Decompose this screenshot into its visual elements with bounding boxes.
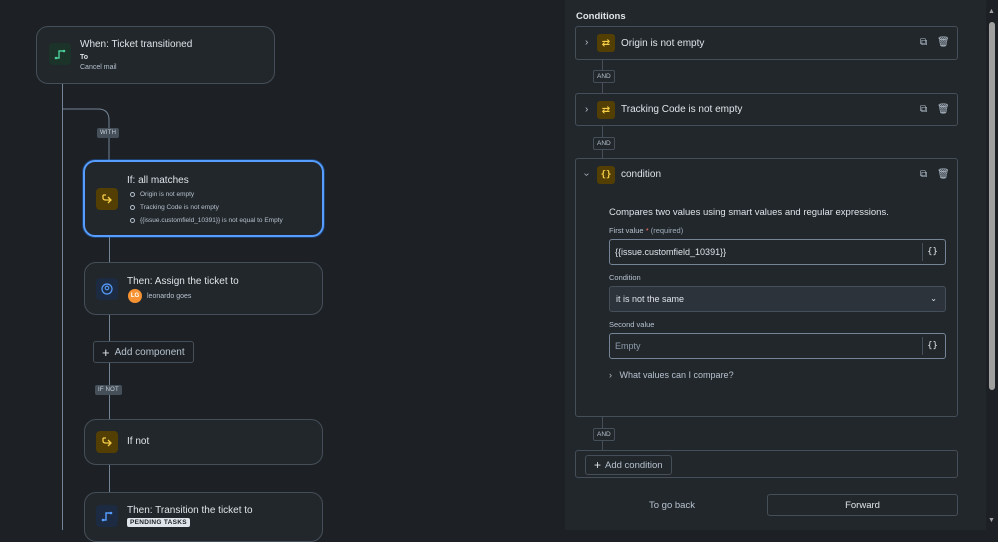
chevron-down-icon[interactable]: ›	[581, 173, 592, 176]
condition-label[interactable]: condition	[621, 169, 661, 180]
trash-icon[interactable]: 🗑	[937, 37, 950, 48]
chevron-down-icon: ⌄	[930, 294, 937, 303]
if-not-tag: IF NOT	[95, 385, 122, 395]
and-tag: AND	[593, 428, 615, 441]
plus-icon: +	[594, 458, 602, 472]
with-tag: WITH	[97, 128, 120, 138]
add-condition-label: Add condition	[605, 459, 663, 471]
add-condition-button[interactable]: + Add condition	[585, 455, 672, 475]
condition-label: Tracking Code is not empty	[621, 104, 743, 115]
scrollbar-thumb[interactable]	[989, 22, 995, 390]
and-tag: AND	[593, 70, 615, 83]
trigger-to-value: Cancel mail	[80, 64, 117, 71]
required-text: (required)	[650, 226, 684, 235]
transition-action-card[interactable]: Then: Transition the ticket to PENDING T…	[84, 492, 323, 542]
duplicate-icon[interactable]: ⧉	[920, 169, 927, 180]
second-value-input[interactable]: Empty {}	[609, 333, 946, 359]
conditions-panel: Conditions › ⇄ Origin is not empty ⧉ 🗑 A…	[565, 0, 998, 530]
avatar: LG	[128, 289, 142, 303]
if-condition-card[interactable]: If: all matches Origin is not empty Trac…	[83, 160, 324, 237]
if-condition-item: Origin is not empty	[130, 188, 283, 201]
smart-value-icon[interactable]: {}	[922, 243, 942, 261]
compare-link-text: What values can I compare?	[619, 370, 734, 380]
trigger-card[interactable]: When: Ticket transitioned To Cancel mail	[36, 26, 275, 84]
and-tag: AND	[593, 137, 615, 150]
second-value-label: Second value	[609, 320, 655, 329]
if-condition-item: Tracking Code is not empty	[130, 201, 283, 214]
transition-title: Then: Transition the ticket to	[127, 505, 253, 516]
conditions-heading: Conditions	[576, 11, 626, 22]
plus-icon: +	[102, 344, 110, 360]
if-condition-list: Origin is not empty Tracking Code is not…	[130, 188, 283, 227]
swap-icon: ⇄	[597, 34, 615, 52]
duplicate-icon[interactable]: ⧉	[920, 37, 927, 48]
scroll-up-icon[interactable]: ▲	[988, 8, 995, 15]
transition-icon	[96, 505, 118, 527]
compare-link[interactable]: › What values can I compare?	[609, 370, 734, 380]
trigger-icon	[49, 43, 71, 65]
connector	[109, 314, 110, 419]
back-button[interactable]: To go back	[649, 500, 695, 511]
braces-icon: {}	[597, 166, 615, 184]
branch-icon	[96, 188, 118, 210]
connector	[109, 465, 110, 492]
assignee-name: leonardo goes	[147, 293, 192, 300]
assign-action-card[interactable]: Then: Assign the ticket to LG leonardo g…	[84, 262, 323, 315]
branch-icon	[96, 431, 118, 453]
condition-select-value: it is not the same	[616, 294, 685, 304]
condition-field-label: Condition	[609, 273, 641, 282]
condition-item-tracking-code[interactable]: › ⇄ Tracking Code is not empty ⧉ 🗑	[575, 93, 958, 126]
first-value-input[interactable]: {{issue.customfield_10391}} {}	[609, 239, 946, 265]
scrollbar[interactable]: ▲ ▼	[986, 0, 998, 530]
condition-item-origin[interactable]: › ⇄ Origin is not empty ⧉ 🗑	[575, 26, 958, 60]
if-not-card[interactable]: If not	[84, 419, 323, 465]
assign-title: Then: Assign the ticket to	[127, 276, 239, 287]
add-condition-row: + Add condition	[575, 450, 958, 478]
condition-description: Compares two values using smart values a…	[609, 207, 889, 218]
condition-item-expanded: › {} condition ⧉ 🗑 Compares two values u…	[575, 158, 958, 417]
chevron-right-icon: ›	[609, 370, 612, 380]
trash-icon[interactable]: 🗑	[937, 104, 950, 115]
scroll-down-icon[interactable]: ▼	[988, 517, 995, 524]
smart-value-icon[interactable]: {}	[922, 337, 942, 355]
required-mark: *	[645, 226, 649, 235]
add-component-label: Add component	[114, 346, 185, 358]
first-value-label-text: First value	[609, 226, 644, 235]
chevron-right-icon[interactable]: ›	[585, 37, 588, 48]
first-value-text: {{issue.customfield_10391}}	[615, 247, 727, 257]
condition-select[interactable]: it is not the same ⌄	[609, 286, 946, 312]
forward-button[interactable]: Forward	[767, 494, 958, 516]
first-value-label: First value * (required)	[609, 226, 683, 235]
condition-label: Origin is not empty	[621, 38, 705, 49]
second-value-placeholder: Empty	[615, 341, 641, 351]
chevron-right-icon[interactable]: ›	[585, 104, 588, 115]
user-circle-icon	[96, 278, 118, 300]
trigger-to-label: To	[80, 54, 89, 61]
swap-icon: ⇄	[597, 101, 615, 119]
if-condition-item: {{issue.customfield_10391}} is not equal…	[130, 214, 283, 227]
duplicate-icon[interactable]: ⧉	[920, 104, 927, 115]
if-not-title: If not	[127, 436, 150, 447]
rule-canvas: When: Ticket transitioned To Cancel mail…	[0, 0, 565, 542]
trash-icon[interactable]: 🗑	[937, 169, 950, 180]
status-badge: PENDING TASKS	[127, 518, 190, 527]
if-title: If: all matches	[127, 175, 189, 186]
connector	[109, 236, 110, 262]
add-component-button[interactable]: + Add component	[93, 341, 194, 363]
trigger-title: When: Ticket transitioned	[80, 39, 193, 50]
